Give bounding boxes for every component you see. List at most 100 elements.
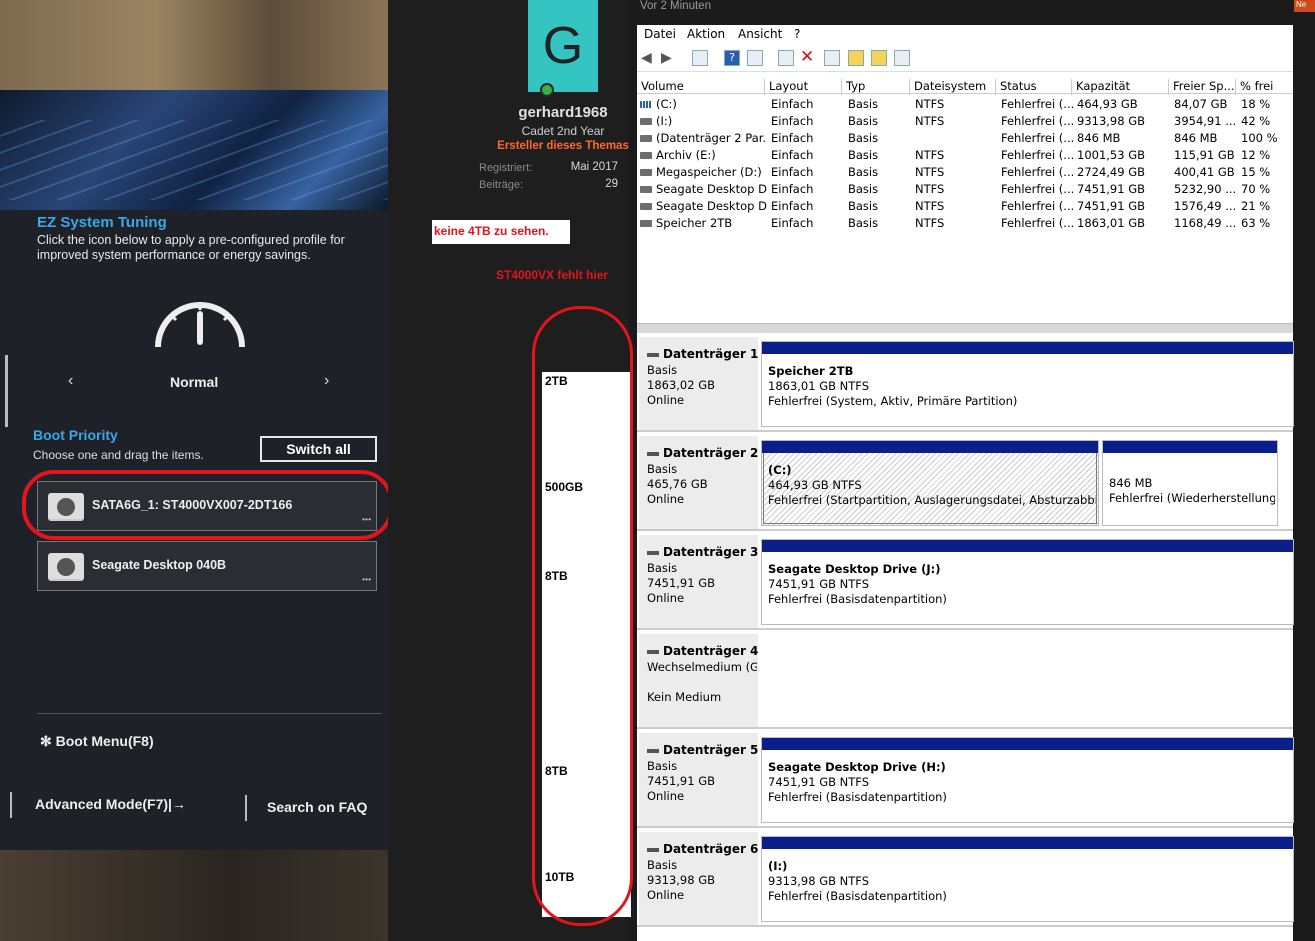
- chevron-right-icon[interactable]: ›: [324, 372, 329, 390]
- partition[interactable]: 846 MB Fehlerfrei (Wiederherstellungs: [1102, 440, 1278, 526]
- disk-state: Online: [647, 393, 685, 407]
- table-cell: Fehlerfrei (...: [1001, 131, 1073, 145]
- disk-info[interactable]: Datenträger 2 Basis 465,76 GB Online: [639, 436, 758, 529]
- table-cell: Basis: [848, 165, 879, 179]
- divider: [245, 795, 247, 821]
- table-cell: Seagate Desktop D...: [656, 182, 767, 196]
- disk-icon: [647, 748, 659, 753]
- search-faq-button[interactable]: Search on FAQ: [267, 799, 367, 815]
- menu-aktion[interactable]: Aktion: [687, 27, 725, 41]
- table-cell: NTFS: [915, 216, 945, 230]
- table-cell: 70 %: [1241, 182, 1271, 196]
- menu-datei[interactable]: Datei: [644, 27, 676, 41]
- table-row[interactable]: Megaspeicher (D:) Einfach Basis NTFS Fehlerf…: [637, 164, 1293, 181]
- partition-label: Seagate Desktop Drive (H:): [768, 760, 946, 774]
- search-folder-icon[interactable]: [871, 50, 887, 66]
- col-dateisystem[interactable]: Dateisystem: [909, 79, 986, 95]
- check-icon[interactable]: [824, 50, 840, 66]
- avatar[interactable]: G: [528, 0, 598, 92]
- disk-name: Datenträger 6: [647, 842, 758, 856]
- partition-label: (I:): [768, 859, 788, 873]
- disk-info[interactable]: Datenträger 5 Basis 7451,91 GB Online: [639, 733, 758, 826]
- disk-block[interactable]: Datenträger 6 Basis 9313,98 GB Online (I:) 93…: [637, 830, 1294, 927]
- partition-status: Fehlerfrei (Basisdatenpartition): [768, 790, 947, 804]
- disk-info[interactable]: Datenträger 3 Basis 7451,91 GB Online: [639, 535, 758, 628]
- table-cell: Megaspeicher (D:): [656, 165, 762, 179]
- settings-icon[interactable]: [894, 50, 910, 66]
- table-cell: NTFS: [915, 148, 945, 162]
- disk-info[interactable]: Datenträger 4 Wechselmedium (G: Kein Mediu…: [639, 634, 758, 727]
- disk-block[interactable]: Datenträger 5 Basis 7451,91 GB Online Seagat…: [637, 731, 1294, 828]
- table-cell: NTFS: [915, 199, 945, 213]
- disk-block[interactable]: Datenträger 2 Basis 465,76 GB Online (C:) 464…: [637, 434, 1293, 531]
- table-row[interactable]: Speicher 2TB Einfach Basis NTFS Fehlerfrei (…: [637, 215, 1293, 232]
- table-cell: Einfach: [771, 165, 814, 179]
- col-typ[interactable]: Typ: [841, 79, 865, 95]
- menu-help[interactable]: ?: [794, 27, 800, 41]
- table-row[interactable]: Seagate Desktop D... Einfach Basis NTFS Fehl…: [637, 198, 1293, 215]
- disk-info[interactable]: Datenträger 1 Basis 1863,02 GB Online: [639, 337, 758, 430]
- volume-icon: [640, 101, 652, 108]
- boot-menu-button[interactable]: ✻ Boot Menu(F8): [40, 733, 154, 750]
- table-cell: NTFS: [915, 182, 945, 196]
- disk-icon: [647, 550, 659, 555]
- col-layout[interactable]: Layout: [764, 79, 808, 95]
- switch-all-button[interactable]: Switch all: [260, 436, 377, 462]
- forward-icon[interactable]: ▶: [661, 50, 672, 66]
- folder-up-icon[interactable]: [848, 50, 864, 66]
- disk-size: 9313,98 GB: [647, 873, 716, 887]
- view-icon[interactable]: [747, 50, 763, 66]
- disk-block[interactable]: Datenträger 1 Basis 1863,02 GB Online Speich…: [637, 335, 1294, 432]
- volume-icon: [640, 220, 652, 227]
- table-cell: Einfach: [771, 131, 814, 145]
- disk-info[interactable]: Datenträger 6 Basis 9313,98 GB Online: [639, 832, 758, 925]
- registered-value: Mai 2017: [570, 161, 618, 173]
- properties-icon[interactable]: [692, 50, 708, 66]
- partition[interactable]: Seagate Desktop Drive (J:) 7451,91 GB NTF…: [761, 539, 1294, 625]
- red-highlight-ring: [22, 470, 388, 540]
- speedometer-icon[interactable]: [150, 292, 250, 352]
- table-row[interactable]: (I:) Einfach Basis NTFS Fehlerfrei (... 9313,…: [637, 113, 1293, 130]
- partition-status: Fehlerfrei (System, Aktiv, Primäre Parti…: [768, 394, 1018, 408]
- table-row[interactable]: (C:) Einfach Basis NTFS Fehlerfrei (... 464,9…: [637, 96, 1293, 113]
- help-icon[interactable]: ?: [724, 50, 740, 66]
- disk-type: Basis: [647, 858, 678, 872]
- username[interactable]: gerhard1968: [470, 104, 656, 121]
- table-row[interactable]: Archiv (E:) Einfach Basis NTFS Fehlerfrei (.…: [637, 147, 1293, 164]
- delete-icon[interactable]: ✕: [800, 47, 814, 67]
- annotation-note: keine 4TB zu sehen.: [432, 220, 570, 244]
- table-cell: 100 %: [1241, 131, 1278, 145]
- boot-drive-label: Seagate Desktop 040B: [92, 558, 227, 572]
- boot-priority-title: Boot Priority: [33, 427, 118, 443]
- advanced-mode-button[interactable]: Advanced Mode(F7)|→: [35, 796, 186, 812]
- col-volume[interactable]: Volume: [637, 79, 684, 95]
- disk-block[interactable]: Datenträger 3 Basis 7451,91 GB Online Seagat…: [637, 533, 1294, 630]
- pane-splitter[interactable]: [637, 323, 1293, 333]
- col-prozent-frei[interactable]: % frei: [1235, 79, 1273, 95]
- scroll-indicator: [5, 355, 8, 427]
- partition[interactable]: (C:) 464,93 GB NTFS Fehlerfrei (Startparti…: [761, 440, 1099, 526]
- hard-disk-icon: [48, 553, 84, 581]
- partition[interactable]: (I:) 9313,98 GB NTFS Fehlerfrei (Basisdate…: [761, 836, 1294, 922]
- table-row[interactable]: (Datenträger 2 Par... Einfach Basis Fehlerf…: [637, 130, 1293, 147]
- col-status[interactable]: Status: [995, 79, 1037, 95]
- partition[interactable]: Speicher 2TB 1863,01 GB NTFS Fehlerfrei (S…: [761, 341, 1294, 427]
- connect-icon[interactable]: [778, 50, 794, 66]
- disk-name-label: Datenträger 1: [663, 347, 759, 361]
- disk-block[interactable]: Datenträger 4 Wechselmedium (G: Kein Mediu…: [637, 632, 1293, 729]
- boot-drive-item[interactable]: Seagate Desktop 040B • • •: [37, 541, 377, 591]
- col-freier-speicher[interactable]: Freier Sp...: [1168, 79, 1235, 95]
- disk-name: Datenträger 5: [647, 743, 758, 757]
- partition-bar: [762, 342, 1293, 354]
- partition[interactable]: Seagate Desktop Drive (H:) 7451,91 GB NTF…: [761, 737, 1294, 823]
- disk-type: Basis: [647, 561, 678, 575]
- menu-ansicht[interactable]: Ansicht: [738, 27, 782, 41]
- posts-value: 29: [605, 178, 618, 190]
- table-row[interactable]: Seagate Desktop D... Einfach Basis NTFS Fehl…: [637, 181, 1293, 198]
- thread-creator-badge: Ersteller dieses Themas: [497, 140, 629, 152]
- drag-handle-icon[interactable]: • • •: [362, 575, 371, 584]
- snowflake-icon: ✻: [40, 733, 52, 749]
- col-kapazitaet[interactable]: Kapazität: [1071, 79, 1130, 95]
- back-icon[interactable]: ◀: [641, 50, 652, 66]
- chevron-left-icon[interactable]: ‹: [68, 372, 73, 390]
